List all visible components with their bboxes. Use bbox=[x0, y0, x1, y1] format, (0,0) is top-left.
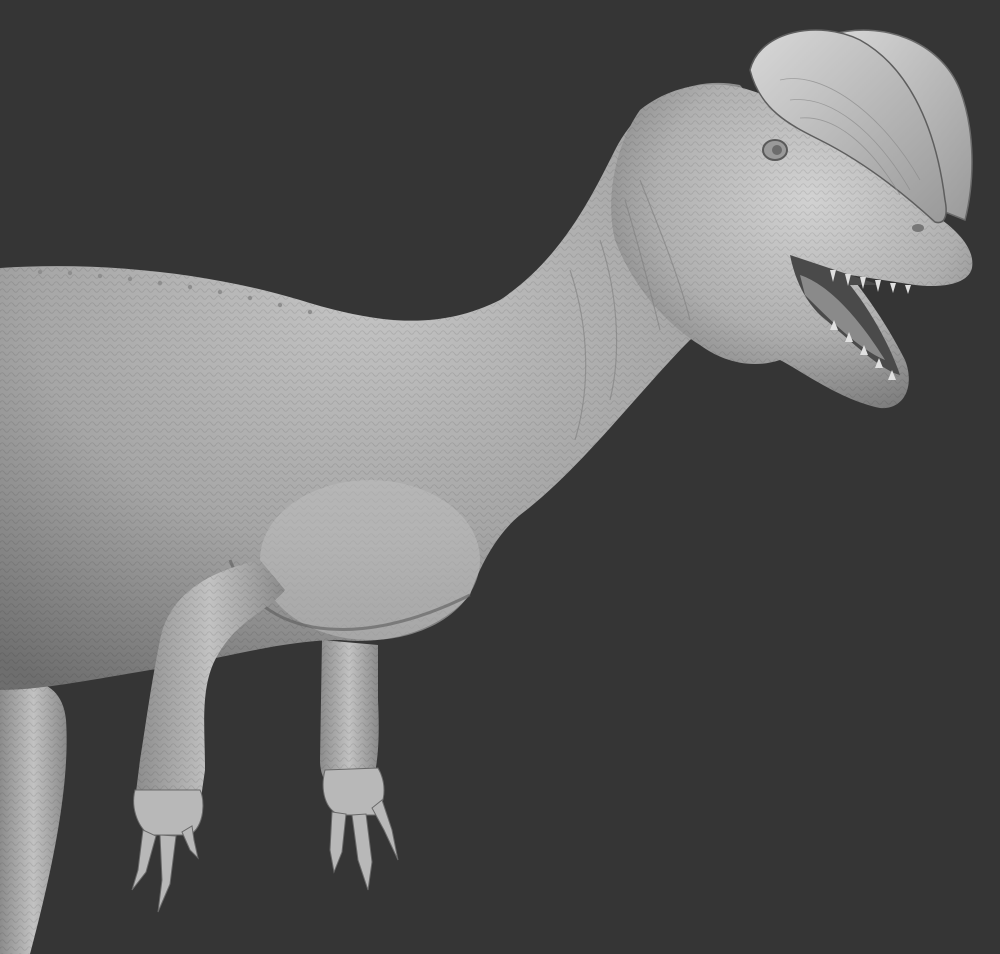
near-hand bbox=[131, 789, 204, 913]
sculpt-viewport[interactable] bbox=[0, 0, 1000, 954]
nostril bbox=[912, 224, 924, 232]
far-hand bbox=[322, 767, 399, 891]
dinosaur-render bbox=[0, 29, 973, 954]
shoulder bbox=[260, 480, 480, 640]
